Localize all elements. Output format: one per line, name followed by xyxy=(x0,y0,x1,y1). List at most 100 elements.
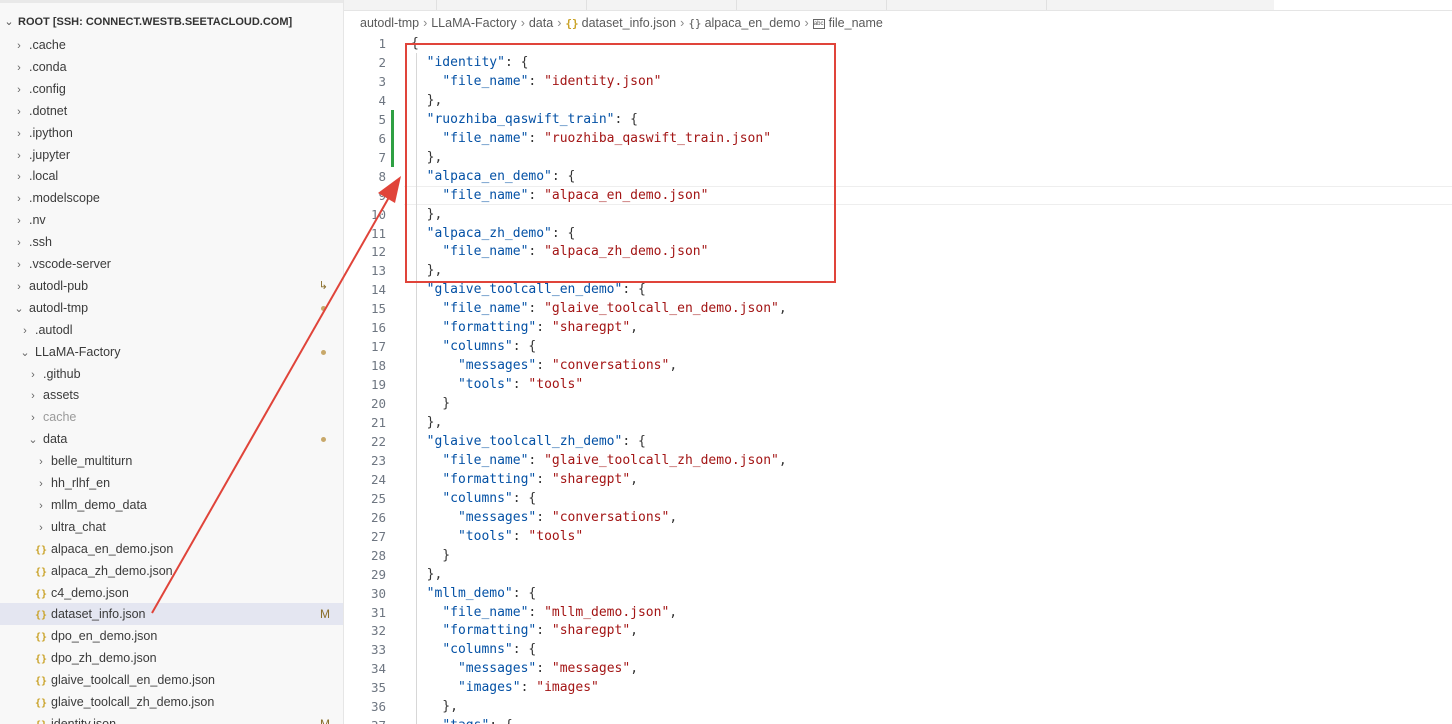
tab[interactable] xyxy=(736,0,887,10)
file-item-alpaca-en-demo-json[interactable]: {} alpaca_en_demo.json xyxy=(0,538,343,560)
code-line[interactable]: 25 "columns": { xyxy=(344,489,1452,508)
file-item-dpo-zh-demo-json[interactable]: {} dpo_zh_demo.json xyxy=(0,647,343,669)
code-line[interactable]: 22 "glaive_toolcall_zh_demo": { xyxy=(344,432,1452,451)
symlink-icon: ↳ xyxy=(318,279,328,292)
breadcrumb-item[interactable]: file_name xyxy=(829,16,883,30)
file-item-alpaca-zh-demo-json[interactable]: {} alpaca_zh_demo.json xyxy=(0,560,343,582)
breadcrumb-item[interactable]: LLaMA-Factory xyxy=(431,16,516,30)
chevron-right-icon: › xyxy=(17,40,21,52)
folder-item-cache[interactable]: › cache xyxy=(0,406,343,428)
chevron-right-icon: › xyxy=(17,61,21,74)
tab[interactable] xyxy=(886,0,1047,10)
code-line[interactable]: 33 "columns": { xyxy=(344,640,1452,659)
code-text: "messages": "messages", xyxy=(457,661,639,677)
tree-item-label: .ssh xyxy=(29,235,52,250)
line-number: 11 xyxy=(370,225,386,241)
code-line[interactable]: 31 "file_name": "mllm_demo.json", xyxy=(344,603,1452,622)
code-line[interactable]: 14 "glaive_toolcall_en_demo": { xyxy=(344,280,1452,299)
folder-item-data[interactable]: ⌄ data xyxy=(0,428,343,450)
tab[interactable] xyxy=(1046,0,1275,10)
code-line[interactable]: 34 "messages": "messages", xyxy=(344,659,1452,678)
folder-item-autodl[interactable]: › .autodl xyxy=(0,319,343,341)
file-item-dpo-en-demo-json[interactable]: {} dpo_en_demo.json xyxy=(0,625,343,647)
folder-item-belle-multiturn[interactable]: › belle_multiturn xyxy=(0,450,343,472)
folder-item-llama-factory[interactable]: ⌄ LLaMA-Factory xyxy=(0,341,343,363)
code-line[interactable]: 35 "images": "images" xyxy=(344,678,1452,697)
code-line[interactable]: 23 "file_name": "glaive_toolcall_zh_demo… xyxy=(344,451,1452,470)
chevron-right-icon: › xyxy=(17,215,21,228)
tab[interactable] xyxy=(344,0,437,10)
folder-item-mllm-demo-data[interactable]: › mllm_demo_data xyxy=(0,494,343,516)
code-line[interactable]: 29 }, xyxy=(344,565,1452,584)
breadcrumb-item[interactable]: dataset_info.json xyxy=(582,16,677,30)
tree-item-label: mllm_demo_data xyxy=(51,497,147,512)
tab[interactable] xyxy=(436,0,587,10)
tree-item-label: .cache xyxy=(29,38,66,52)
chevron-right-icon: › xyxy=(39,521,43,534)
folder-item-nv[interactable]: › .nv xyxy=(0,209,343,231)
json-file-icon: {} xyxy=(565,17,579,30)
folder-item-hh-rlhf-en[interactable]: › hh_rlhf_en xyxy=(0,472,343,494)
folder-item-dotnet[interactable]: › .dotnet xyxy=(0,100,343,122)
folder-item-vscode-server[interactable]: › .vscode-server xyxy=(0,253,343,275)
folder-item-autodl-pub[interactable]: › autodl-pub ↳ xyxy=(0,275,343,297)
folder-item-conda[interactable]: › .conda xyxy=(0,56,343,78)
tree-item-label: c4_demo.json xyxy=(51,585,129,600)
breadcrumb-separator-icon: › xyxy=(680,16,685,30)
chevron-right-icon: › xyxy=(17,127,21,140)
folder-item-modelscope[interactable]: › .modelscope xyxy=(0,187,343,209)
tab[interactable] xyxy=(586,0,737,10)
folder-item-autodl-tmp[interactable]: ⌄ autodl-tmp xyxy=(0,297,343,319)
code-line[interactable]: 20 } xyxy=(344,394,1452,413)
code-text: "glaive_toolcall_zh_demo": { xyxy=(426,433,646,449)
line-number: 13 xyxy=(370,263,386,279)
tree-item-label: .github xyxy=(43,366,81,381)
explorer-root-header[interactable]: ⌄ ROOT [SSH: CONNECT.WESTB.SEETACLOUD.COM… xyxy=(0,13,292,31)
breadcrumb: autodl-tmp › LLaMA-Factory › data ›{} dataset_… xyxy=(360,14,883,32)
line-number: 27 xyxy=(370,528,386,544)
line-number: 4 xyxy=(378,92,386,108)
code-line[interactable]: 28 } xyxy=(344,546,1452,565)
line-number: 5 xyxy=(378,111,386,127)
folder-item-github[interactable]: › .github xyxy=(0,363,343,385)
folder-item-config[interactable]: › .config xyxy=(0,78,343,100)
folder-item-assets[interactable]: › assets xyxy=(0,384,343,406)
code-line[interactable]: 24 "formatting": "sharegpt", xyxy=(344,470,1452,489)
tab-active[interactable] xyxy=(1274,0,1452,10)
file-item-glaive-toolcall-zh-demo-json[interactable]: {} glaive_toolcall_zh_demo.json xyxy=(0,691,343,713)
file-item-c4-demo-json[interactable]: {} c4_demo.json xyxy=(0,582,343,604)
code-line[interactable]: 18 "messages": "conversations", xyxy=(344,356,1452,375)
breadcrumb-item[interactable]: alpaca_en_demo xyxy=(705,16,801,30)
folder-item-ultra-chat[interactable]: › ultra_chat xyxy=(0,516,343,538)
file-item-glaive-toolcall-en-demo-json[interactable]: {} glaive_toolcall_en_demo.json xyxy=(0,669,343,691)
code-line[interactable]: 19 "tools": "tools" xyxy=(344,375,1452,394)
tree-item-label: cache xyxy=(43,410,77,425)
json-file-icon: {} xyxy=(34,610,48,622)
folder-item-jupyter[interactable]: › .jupyter xyxy=(0,144,343,166)
folder-item-ssh[interactable]: › .ssh xyxy=(0,231,343,253)
code-line[interactable]: 36 }, xyxy=(344,697,1452,716)
code-line[interactable]: 17 "columns": { xyxy=(344,337,1452,356)
code-text: }, xyxy=(411,699,458,715)
chevron-right-icon: › xyxy=(17,171,21,184)
code-line[interactable]: 15 "file_name": "glaive_toolcall_en_demo… xyxy=(344,299,1452,318)
code-line[interactable]: 30 "mllm_demo": { xyxy=(344,584,1452,603)
tree-item-label: ultra_chat xyxy=(51,519,106,534)
breadcrumb-item[interactable]: data xyxy=(529,16,553,30)
code-line[interactable]: 21 }, xyxy=(344,413,1452,432)
folder-item-cache[interactable]: › .cache xyxy=(0,34,343,56)
line-number: 12 xyxy=(370,244,386,260)
breadcrumb-item[interactable]: autodl-tmp xyxy=(360,16,419,30)
code-text: "tools": "tools" xyxy=(457,528,584,544)
code-line[interactable]: 16 "formatting": "sharegpt", xyxy=(344,318,1452,337)
chevron-right-icon: › xyxy=(39,456,43,469)
sidebar-top-edge xyxy=(0,0,343,3)
code-line[interactable]: 26 "messages": "conversations", xyxy=(344,508,1452,527)
file-item-dataset-info-json[interactable]: {} dataset_info.json M xyxy=(0,603,343,626)
folder-item-ipython[interactable]: › .ipython xyxy=(0,122,343,144)
code-line[interactable]: 27 "tools": "tools" xyxy=(344,527,1452,546)
file-item-identity-json[interactable]: {}identity.json M xyxy=(0,713,343,724)
code-line[interactable]: 37 "tags": { xyxy=(344,716,1452,724)
folder-item-local[interactable]: › .local xyxy=(0,165,343,187)
code-line[interactable]: 32 "formatting": "sharegpt", xyxy=(344,621,1452,640)
